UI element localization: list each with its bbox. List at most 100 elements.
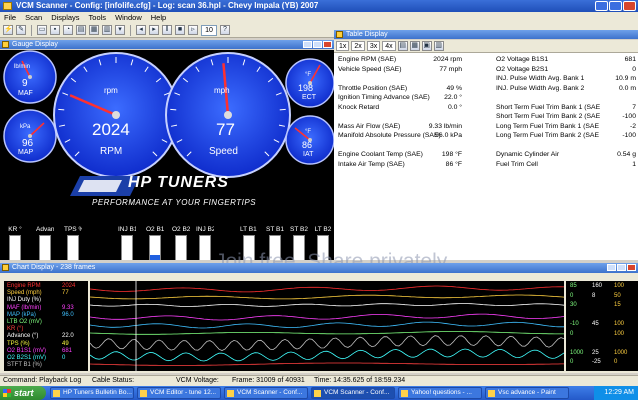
table-grid-icon[interactable]: ▦ (409, 41, 420, 51)
menu-scan[interactable]: Scan (25, 12, 42, 23)
taskbar-task[interactable]: Yahoo! questions - ... (398, 387, 482, 399)
banner-tagline: PERFORMANCE AT YOUR FINGERTIPS (92, 198, 257, 207)
chart-display-titlebar[interactable]: Chart Display - 238 frames (0, 263, 638, 273)
table-param-name[interactable]: Short Term Fuel Trim Bank 1 (SAE (496, 104, 600, 111)
histogram-icon[interactable]: ▥ (102, 25, 112, 35)
chart-legend-name[interactable]: LTB O2 (mV) (7, 319, 42, 325)
table-param-name[interactable]: Engine Coolant Temp (SAE) (338, 151, 423, 158)
table-param-value: 2024 rpm (433, 56, 462, 63)
taskbar-task[interactable]: VCM Scanner - Conf... (311, 387, 395, 399)
taskbar-task[interactable]: VCM Scanner - Conf... (224, 387, 308, 399)
table-param-name[interactable]: Vehicle Speed (SAE) (338, 66, 401, 73)
chart-legend-name[interactable]: O2 B2S1 (mV) (7, 355, 46, 361)
bar-gauge: INJ B110.9 (118, 226, 136, 260)
table-param-name[interactable]: Knock Retard (338, 104, 379, 111)
chart-trace (89, 285, 565, 293)
chart-legend-name[interactable]: MAF (lb/min) (7, 305, 41, 311)
task-label: VCM Scanner - Conf... (324, 389, 390, 396)
close-button[interactable] (623, 1, 636, 11)
table-param-name[interactable]: Intake Air Temp (SAE) (338, 161, 405, 168)
table-param-name[interactable]: Long Term Fuel Trim Bank 2 (SAE (496, 132, 599, 139)
table-param-name[interactable]: Fuel Trim Cell (496, 161, 538, 168)
table-toolbar: 1x 2x 3x 4x ▤ ▦ ▣ ▥ (334, 40, 638, 53)
chart-icon[interactable]: ▤ (76, 25, 86, 35)
table-param-name[interactable]: Dynamic Cylinder Air (496, 151, 559, 158)
rewind-icon[interactable]: ◂ (136, 25, 146, 35)
maximize-button[interactable] (609, 1, 622, 11)
chart-minimize-button[interactable] (607, 264, 616, 271)
table-param-name[interactable]: O2 Voltage B2S1 (496, 66, 548, 73)
minimize-button[interactable] (595, 1, 608, 11)
taskbar-task[interactable]: Vsc advance - Paint (485, 387, 569, 399)
edit-icon[interactable]: ✎ (16, 25, 26, 35)
tab-3x[interactable]: 3x (366, 41, 381, 51)
table-param-name[interactable]: INJ. Pulse Width Avg. Bank 1 (496, 75, 584, 82)
table-param-name[interactable]: Throttle Position (SAE) (338, 85, 407, 92)
tab-1x[interactable]: 1x (336, 41, 350, 51)
table-param-name[interactable]: Manifold Absolute Pressure (SAE) (338, 132, 441, 139)
panel-maximize-button[interactable] (313, 41, 322, 48)
stop-icon[interactable]: ■ (175, 25, 185, 35)
filter-icon[interactable]: ▾ (115, 25, 125, 35)
clock: 12:29 AM (604, 389, 634, 396)
panel-close-button[interactable] (323, 41, 332, 48)
table-param-name[interactable]: Engine RPM (SAE) (338, 56, 396, 63)
table-param-value: 0.0 ° (447, 103, 462, 111)
table-param-name[interactable]: Long Term Fuel Trim Bank 1 (SAE (496, 123, 599, 130)
task-label: Yahoo! questions - ... (411, 389, 472, 396)
chart-legend-name[interactable]: O2 B1S1 (mV) (7, 348, 46, 354)
task-icon (140, 390, 147, 397)
menu-file[interactable]: File (4, 12, 16, 23)
connect-icon[interactable]: ⚡ (3, 25, 13, 35)
table-param-name[interactable]: O2 Voltage B1S1 (496, 56, 548, 63)
chart-legend-name[interactable]: TPS (%) (7, 341, 30, 347)
table-display-titlebar[interactable]: Table Display (334, 30, 638, 39)
pause-icon[interactable]: ‖ (162, 25, 172, 35)
table-options-icon[interactable]: ▥ (433, 41, 444, 51)
table-param-name[interactable]: INJ. Pulse Width Avg. Bank 2 (496, 85, 584, 92)
bar-gauge-label: O2 B1 (146, 226, 164, 233)
bar-gauge: INJ B2 (196, 226, 214, 260)
chart-legend-name[interactable]: STFT B1 (%) (7, 362, 42, 368)
chart-legend-name[interactable]: Engine RPM (7, 283, 41, 289)
chart-close-button[interactable] (627, 264, 636, 271)
chart-legend-name[interactable]: MAP (kPa) (7, 312, 36, 318)
menu-help[interactable]: Help (151, 12, 166, 23)
table-param-name[interactable]: Mass Air Flow (SAE) (338, 123, 400, 130)
play-icon[interactable]: ▸ (149, 25, 159, 35)
start-button[interactable]: start (0, 386, 46, 400)
iat-unit: °F (305, 129, 312, 135)
menu-window[interactable]: Window (115, 12, 142, 23)
save-icon[interactable]: ▪ (50, 25, 60, 35)
chart-maximize-button[interactable] (617, 264, 626, 271)
playback-speed-input[interactable]: 10 (201, 24, 217, 36)
table-select-icon[interactable]: ▣ (421, 41, 432, 51)
gauge-display-titlebar[interactable]: Gauge Display (0, 40, 334, 49)
chart-legend-name[interactable]: KR (°) (7, 326, 23, 332)
chart-legend-name[interactable]: Speed (mph) (7, 290, 42, 296)
tab-4x[interactable]: 4x (382, 41, 396, 51)
table-param-name[interactable]: Ignition Timing Advance (SAE) (338, 94, 430, 101)
chart-plot[interactable] (89, 281, 565, 371)
chart-scale-value: 45 (592, 321, 599, 327)
task-icon (227, 390, 234, 397)
task-icon (401, 390, 408, 397)
gauge-icon[interactable]: ◔ (63, 25, 73, 35)
menu-tools[interactable]: Tools (89, 12, 107, 23)
open-icon[interactable]: ▭ (37, 25, 47, 35)
menu-displays[interactable]: Displays (51, 12, 79, 23)
table-icon[interactable]: ▦ (89, 25, 99, 35)
table-view-icon[interactable]: ▤ (397, 41, 408, 51)
chart-legend-name[interactable]: Advance (°) (7, 333, 38, 339)
bar-gauge-track (67, 235, 79, 260)
table-param-value: 77 mph (439, 65, 462, 73)
forward-icon[interactable]: ▹ (188, 25, 198, 35)
panel-minimize-button[interactable] (303, 41, 312, 48)
table-param-name[interactable]: Short Term Fuel Trim Bank 2 (SAE (496, 113, 600, 120)
tab-2x[interactable]: 2x (351, 41, 365, 51)
chart-legend-name[interactable]: INJ Duty (%) (7, 297, 41, 303)
table-param-value: 0.0 m (619, 84, 636, 92)
taskbar-task[interactable]: HP Tuners Bulletin Bo... (50, 387, 134, 399)
taskbar-task[interactable]: VCM Editor - tune 12... (137, 387, 221, 399)
help-icon[interactable]: ? (220, 25, 230, 35)
